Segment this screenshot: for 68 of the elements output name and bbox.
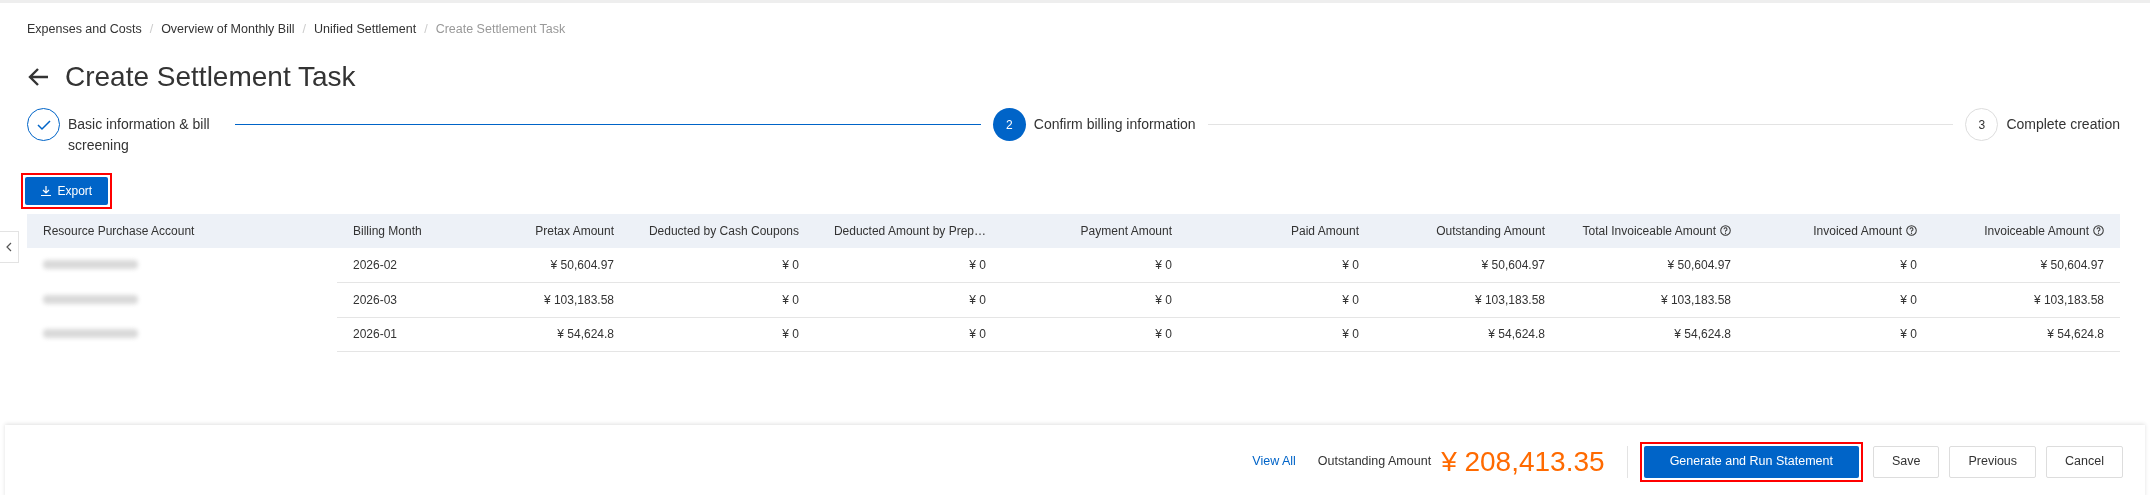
action-button[interactable]: Generate and Run Statement — [1643, 445, 1859, 478]
step-number-circle: 3 — [1965, 108, 1999, 141]
table-cell: ¥ 0 — [1188, 248, 1375, 283]
column-header: Deducted Amount by Prep… — [815, 214, 1002, 248]
table-cell: ¥ 0 — [1747, 282, 1933, 317]
breadcrumb-current: Create Settlement Task — [435, 21, 566, 38]
table-cell: ¥ 50,604.97 — [1561, 248, 1747, 283]
breadcrumb-link[interactable]: Expenses and Costs — [27, 20, 142, 43]
column-header: Resource Purchase Account — [27, 214, 337, 248]
breadcrumb-link[interactable]: Unified Settlement — [314, 20, 417, 43]
table-cell: ¥ 0 — [1747, 248, 1933, 283]
action-button[interactable]: Previous — [1949, 445, 2037, 478]
help-icon[interactable] — [2093, 225, 2104, 236]
breadcrumb-separator: / — [149, 21, 154, 38]
step-label: Complete creation — [2006, 115, 2120, 134]
outstanding-label: Outstanding Amount — [1317, 453, 1432, 471]
table-cell: 2026-02 — [337, 248, 440, 283]
table-cell: ¥ 103,183.58 — [440, 282, 630, 317]
column-header: Pretax Amount — [440, 214, 630, 248]
table-cell: ¥ 0 — [1188, 282, 1375, 317]
table-cell: ¥ 0 — [815, 317, 1002, 352]
table-cell: 2026-01 — [337, 317, 440, 352]
column-header: Invoiced Amount — [1747, 214, 1933, 248]
table-cell: ¥ 103,183.58 — [1375, 282, 1561, 317]
outstanding-amount: ¥ 208,413.35 — [1441, 444, 1605, 479]
table-cell: 2026-03 — [337, 282, 440, 317]
breadcrumb-separator: / — [424, 21, 428, 38]
column-header: Deducted by Cash Coupons — [630, 214, 815, 248]
table-cell: ¥ 0 — [815, 282, 1002, 317]
table-cell: ¥ 50,604.97 — [1375, 248, 1561, 283]
table-cell: ¥ 54,624.8 — [1933, 317, 2120, 352]
breadcrumb-separator: / — [302, 21, 306, 38]
table-cell: ¥ 0 — [1747, 317, 1933, 352]
table-cell: ¥ 0 — [815, 248, 1002, 283]
step-label: Basic information & bill screening — [68, 115, 211, 155]
step-number-circle: 2 — [992, 108, 1026, 141]
table-cell: ¥ 103,183.58 — [1933, 282, 2120, 317]
table-cell: ¥ 103,183.58 — [1561, 282, 1747, 317]
column-header: Outstanding Amount — [1375, 214, 1561, 248]
back-arrow-icon[interactable] — [27, 67, 49, 87]
column-header: Payment Amount — [1002, 214, 1188, 248]
view-all-link[interactable]: View All — [1252, 452, 1296, 471]
column-header: Paid Amount — [1188, 214, 1375, 248]
chevron-left-icon — [6, 242, 12, 252]
action-button[interactable]: Cancel — [2046, 445, 2123, 478]
table-cell: ¥ 54,624.8 — [440, 317, 630, 352]
action-button[interactable]: Save — [1872, 445, 1940, 478]
table-cell: ¥ 0 — [630, 282, 815, 317]
table-cell: ¥ 0 — [1002, 248, 1188, 283]
step-label: Confirm billing information — [1033, 115, 1196, 134]
column-header: Invoiceable Amount — [1933, 214, 2120, 248]
column-header: Total Invoiceable Amount — [1561, 214, 1747, 248]
table-cell: ¥ 50,604.97 — [1933, 248, 2120, 283]
page-title: Create Settlement Task — [65, 60, 356, 94]
table-cell: ¥ 0 — [1188, 317, 1375, 352]
export-button[interactable]: Export — [25, 177, 109, 205]
column-header: Billing Month — [337, 214, 440, 248]
download-icon — [41, 186, 51, 196]
help-icon[interactable] — [1906, 225, 1917, 236]
help-icon[interactable] — [1720, 225, 1731, 236]
table-cell: ¥ 0 — [630, 317, 815, 352]
table-cell: ¥ 54,624.8 — [1561, 317, 1747, 352]
table-cell: ¥ 54,624.8 — [1375, 317, 1561, 352]
table-cell: ¥ 0 — [1002, 282, 1188, 317]
table-cell: ¥ 0 — [630, 248, 815, 283]
table-cell: ¥ 0 — [1002, 317, 1188, 352]
breadcrumb-link[interactable]: Overview of Monthly Bill — [161, 20, 295, 43]
table-cell: ¥ 50,604.97 — [440, 248, 630, 283]
